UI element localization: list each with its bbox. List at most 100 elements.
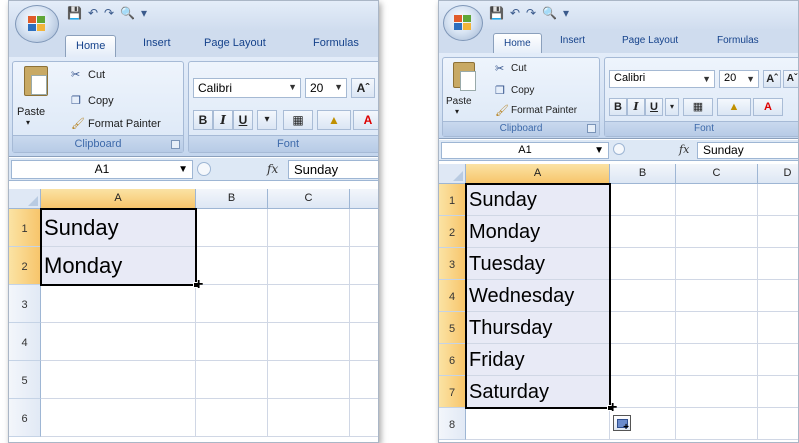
cell-a8[interactable] [466, 408, 610, 440]
cell-d7[interactable] [758, 376, 798, 408]
column-header-b[interactable]: B [196, 189, 268, 209]
cell-b4[interactable] [196, 323, 268, 361]
fill-color-icon[interactable]: ▲ [317, 110, 351, 130]
row-header-5[interactable]: 5 [9, 361, 41, 399]
cell-b6[interactable] [196, 399, 268, 437]
cell-a1[interactable]: Sunday [41, 209, 196, 247]
fill-color-icon[interactable]: ▲ [717, 98, 751, 116]
row-header-7[interactable]: 7 [439, 376, 466, 408]
column-header-a[interactable]: A [41, 189, 196, 209]
worksheet-grid[interactable]: A B C D 1 Sunday 2 Monday 3 Tuesday 4 Wednesday 5 Thu… [439, 164, 798, 442]
cell-d2[interactable] [758, 216, 798, 248]
font-name-combo[interactable]: Calibri ▼ [193, 78, 301, 98]
chevron-down-icon[interactable]: ▾ [665, 98, 679, 116]
cell-a6[interactable] [41, 399, 196, 437]
cell-a6[interactable]: Friday [466, 344, 610, 376]
shrink-font-icon[interactable]: Aˇ [783, 70, 798, 88]
select-all-corner[interactable] [439, 164, 466, 184]
chevron-down-icon[interactable]: ▾ [563, 6, 569, 20]
row-header-3[interactable]: 3 [9, 285, 41, 323]
tab-home[interactable]: Home [65, 35, 117, 57]
insert-function-icon[interactable]: fx [267, 162, 278, 176]
formula-cancel-icon[interactable] [197, 162, 211, 176]
cell-d5[interactable] [758, 312, 798, 344]
border-icon[interactable]: ▦ [683, 98, 713, 116]
tab-home[interactable]: Home [493, 33, 542, 55]
tab-insert[interactable]: Insert [143, 37, 171, 49]
cell-b6[interactable] [610, 344, 676, 376]
paste-button[interactable]: Paste [17, 106, 45, 118]
cell-c6[interactable] [268, 399, 350, 437]
cell-c4[interactable] [268, 323, 350, 361]
row-header-2[interactable]: 2 [9, 247, 41, 285]
row-header-8[interactable]: 8 [439, 408, 466, 440]
row-header-3[interactable]: 3 [439, 248, 466, 280]
grow-font-icon[interactable]: Aˆ [763, 70, 781, 88]
cell-c5[interactable] [268, 361, 350, 399]
redo-icon[interactable]: ↷ [104, 6, 114, 20]
cell-c3[interactable] [268, 285, 350, 323]
cell-c5[interactable] [676, 312, 758, 344]
paste-button[interactable]: Paste [446, 96, 472, 107]
cell-d3[interactable] [758, 248, 798, 280]
row-header-4[interactable]: 4 [9, 323, 41, 361]
copy-button[interactable]: Copy [511, 85, 534, 96]
undo-icon[interactable]: ↶ [510, 6, 520, 20]
formula-input[interactable]: Sunday [288, 160, 378, 179]
print-preview-icon[interactable]: 🔍 [542, 6, 557, 20]
column-header-b[interactable]: B [610, 164, 676, 184]
cell-c3[interactable] [676, 248, 758, 280]
cell-c6[interactable] [676, 344, 758, 376]
chevron-down-icon[interactable]: ▾ [257, 110, 277, 130]
select-all-corner[interactable] [9, 189, 41, 209]
office-button[interactable] [15, 5, 59, 43]
copy-button[interactable]: Copy [88, 95, 114, 107]
clipboard-launcher-icon[interactable] [171, 140, 180, 149]
cut-button[interactable]: Cut [88, 69, 105, 81]
cell-a2[interactable]: Monday [466, 216, 610, 248]
tab-formulas[interactable]: Formulas [313, 37, 359, 49]
row-header-6[interactable]: 6 [439, 344, 466, 376]
border-icon[interactable]: ▦ [283, 110, 313, 130]
cell-b3[interactable] [610, 248, 676, 280]
row-header-1[interactable]: 1 [9, 209, 41, 247]
undo-icon[interactable]: ↶ [88, 6, 98, 20]
cell-c4[interactable] [676, 280, 758, 312]
autofill-options-icon[interactable] [613, 415, 631, 433]
cell-b5[interactable] [610, 312, 676, 344]
font-color-icon[interactable]: A [753, 98, 783, 116]
print-preview-icon[interactable]: 🔍 [120, 6, 135, 20]
column-header-a[interactable]: A [466, 164, 610, 184]
row-header-1[interactable]: 1 [439, 184, 466, 216]
paste-dropdown-icon[interactable]: ▾ [455, 107, 459, 116]
cell-a3[interactable]: Tuesday [466, 248, 610, 280]
cell-a1[interactable]: Sunday [466, 184, 610, 216]
format-painter-button[interactable]: Format Painter [88, 118, 161, 130]
column-header-c[interactable]: C [676, 164, 758, 184]
column-header-d[interactable]: D [758, 164, 798, 184]
column-header-c[interactable]: C [268, 189, 350, 209]
format-painter-button[interactable]: Format Painter [511, 105, 577, 116]
font-name-combo[interactable]: Calibri ▼ [609, 70, 715, 88]
cell-a3[interactable] [41, 285, 196, 323]
font-color-icon[interactable]: A [353, 110, 378, 130]
chevron-down-icon[interactable]: ▾ [141, 6, 147, 20]
insert-function-icon[interactable]: fx [679, 143, 689, 156]
cell-c8[interactable] [676, 408, 758, 440]
cell-d6[interactable] [758, 344, 798, 376]
worksheet-grid[interactable]: A B C 1 Sunday 2 Monday 3 4 5 6 + [9, 189, 378, 442]
cell-b3[interactable] [196, 285, 268, 323]
paste-dropdown-icon[interactable]: ▾ [26, 118, 30, 127]
cell-c2[interactable] [268, 247, 350, 285]
cell-b5[interactable] [196, 361, 268, 399]
italic-button[interactable]: I [213, 110, 233, 130]
cell-a4[interactable]: Wednesday [466, 280, 610, 312]
save-icon[interactable]: 💾 [489, 6, 504, 20]
cell-d1[interactable] [758, 184, 798, 216]
cell-b1[interactable] [196, 209, 268, 247]
clipboard-launcher-icon[interactable] [587, 124, 596, 133]
row-header-4[interactable]: 4 [439, 280, 466, 312]
save-icon[interactable]: 💾 [67, 6, 82, 20]
tab-page-layout[interactable]: Page Layout [622, 35, 678, 46]
tab-page-layout[interactable]: Page Layout [204, 37, 266, 49]
